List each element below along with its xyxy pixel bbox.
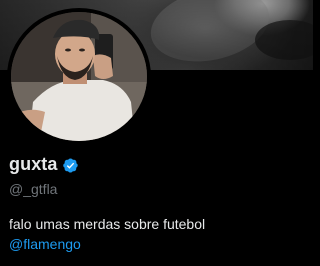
verified-badge-icon[interactable] [62, 157, 79, 174]
profile-name: guxta [9, 154, 58, 174]
profile-bio: falo umas merdas sobre futebol [9, 216, 206, 232]
avatar-photo [11, 12, 147, 141]
profile-avatar[interactable] [7, 8, 151, 145]
bio-mention-link[interactable]: @flamengo [9, 236, 81, 252]
profile-handle: @_gtfla [9, 181, 58, 197]
